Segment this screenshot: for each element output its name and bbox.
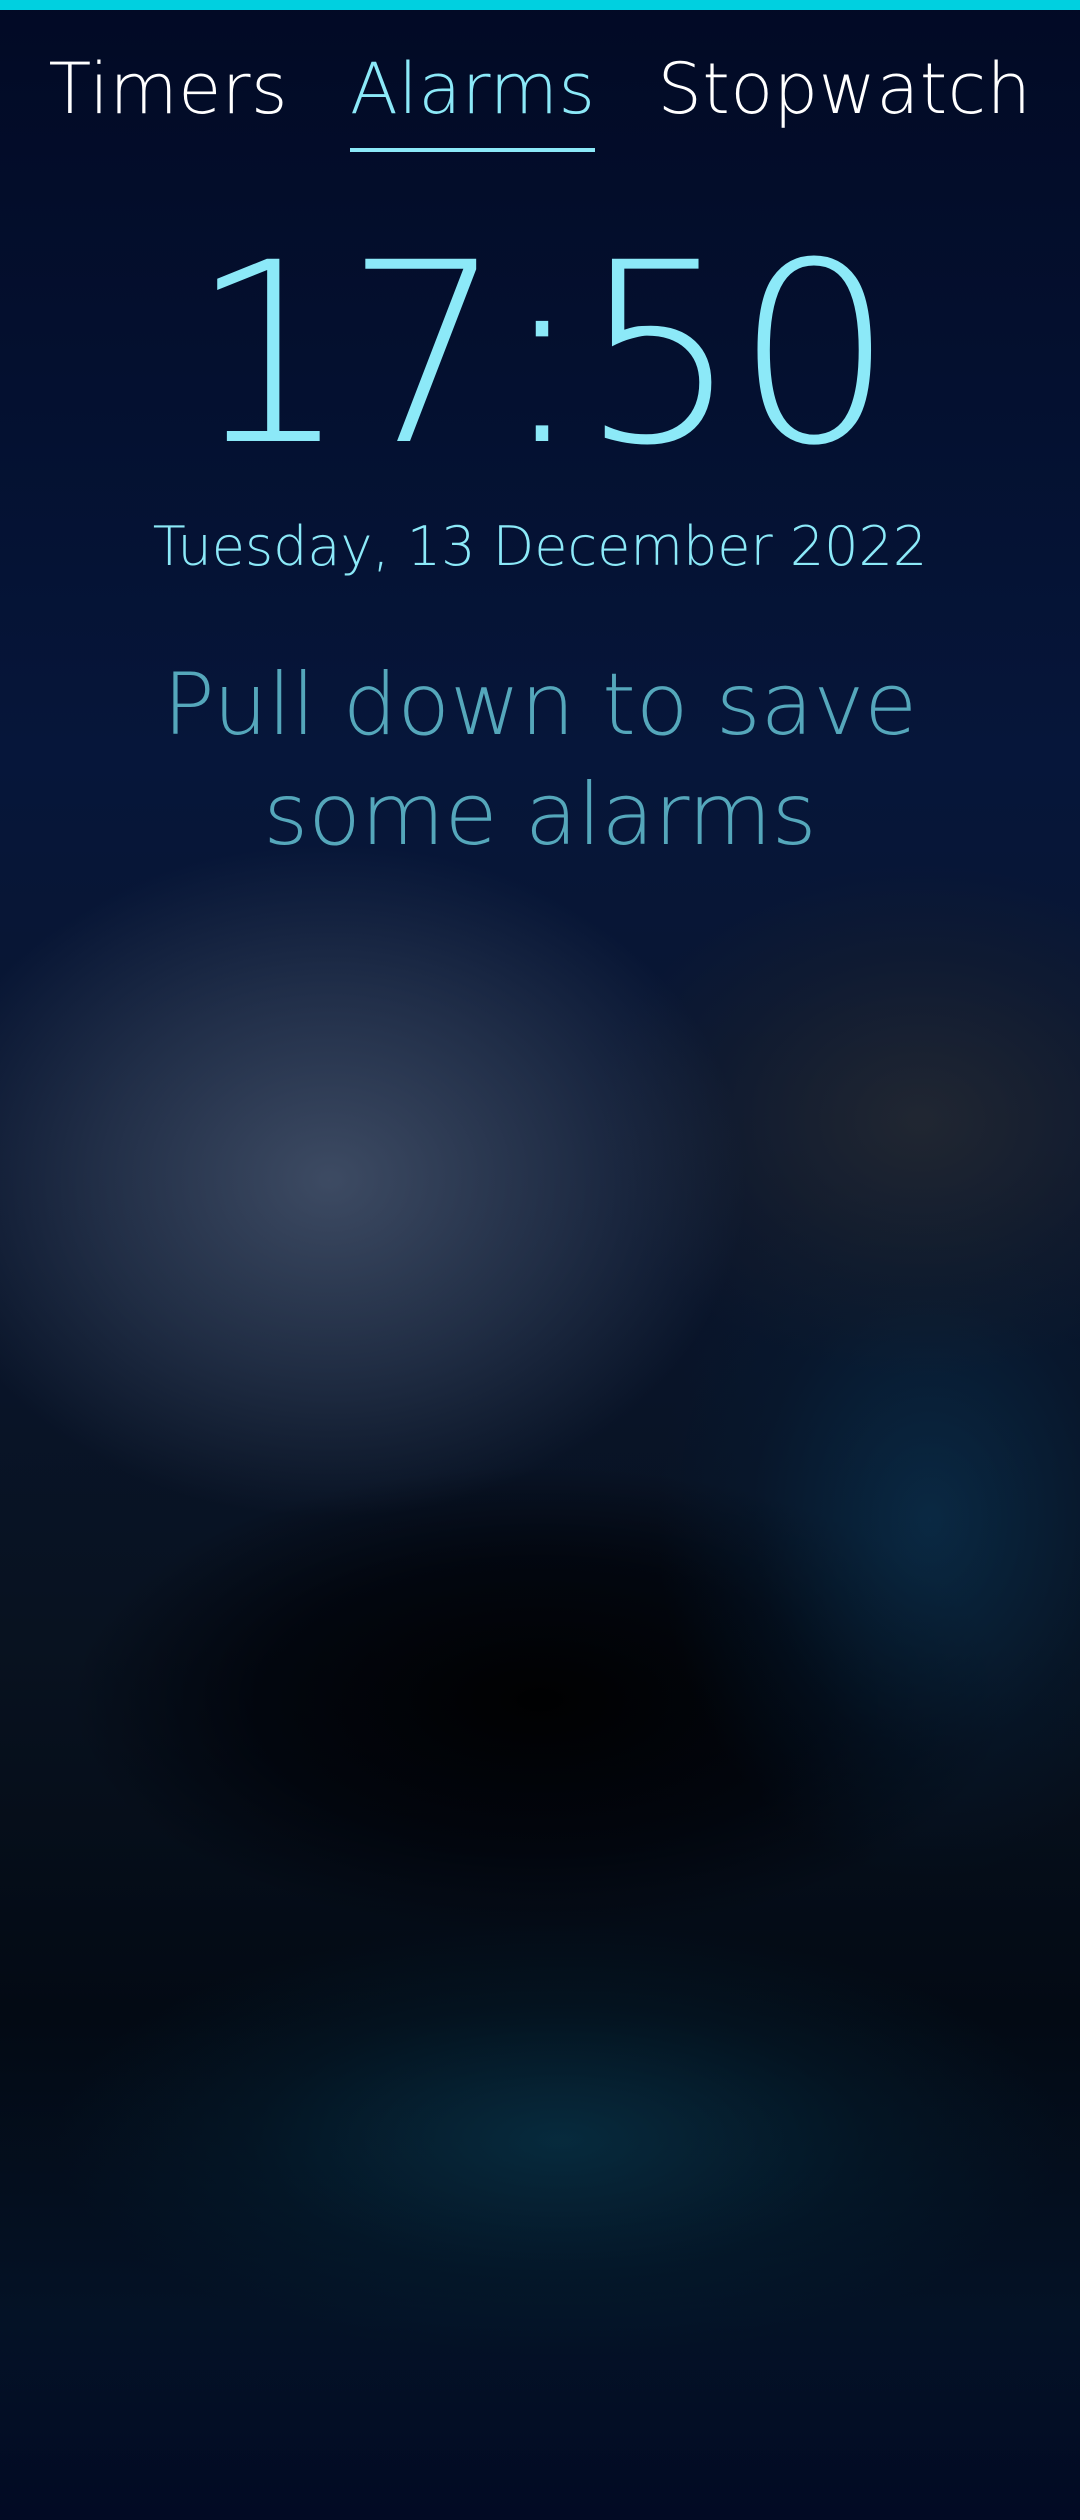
tab-bar: Timers Alarms Stopwatch [0,48,1080,152]
tab-timers[interactable]: Timers [48,48,288,152]
top-accent-strip [0,0,1080,10]
current-date: Tuesday, 13 December 2022 [152,515,928,578]
tab-stopwatch[interactable]: Stopwatch [657,48,1031,152]
tab-alarms[interactable]: Alarms [350,48,596,152]
current-time: 17:50 [189,209,894,500]
empty-alarms-hint: Pull down to save some alarms [162,655,918,865]
